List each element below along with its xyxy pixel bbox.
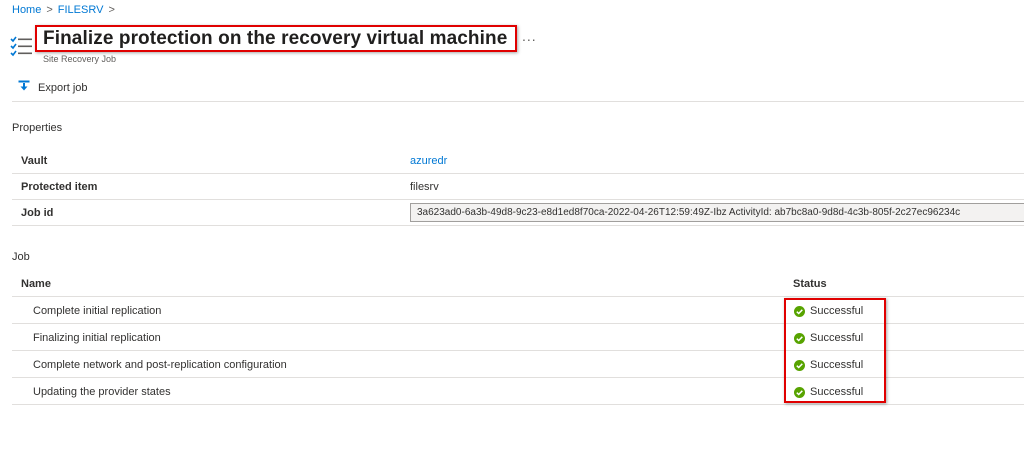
breadcrumb-filesrv-link[interactable]: FILESRV <box>58 4 104 16</box>
property-value: filesrv <box>410 181 439 193</box>
export-job-label: Export job <box>38 81 88 94</box>
job-list-icon <box>10 34 34 62</box>
property-row-protected-item: Protected item filesrv <box>12 174 1024 200</box>
breadcrumb: Home > FILESRV > <box>12 4 120 16</box>
job-step-name: Complete network and post-replication co… <box>33 359 287 371</box>
breadcrumb-home-link[interactable]: Home <box>12 4 41 16</box>
page-subtitle: Site Recovery Job <box>43 54 117 64</box>
job-section-label: Job <box>12 251 30 263</box>
column-header-status: Status <box>793 278 827 290</box>
page-title-highlight: Finalize protection on the recovery virt… <box>35 25 518 52</box>
toolbar-divider <box>12 101 1024 102</box>
job-step-name: Finalizing initial replication <box>33 332 161 344</box>
page-title: Finalize protection on the recovery virt… <box>43 27 508 49</box>
more-options-button[interactable]: ... <box>522 28 537 44</box>
breadcrumb-separator: > <box>108 4 115 16</box>
job-step-name: Updating the provider states <box>33 386 171 398</box>
property-row-vault: Vault azuredr <box>12 148 1024 174</box>
breadcrumb-separator: > <box>46 4 53 16</box>
job-table-header: Name Status <box>12 271 1024 297</box>
property-row-job-id: Job id 3a623ad0-6a3b-49d8-9c23-e8d1ed8f7… <box>12 200 1024 226</box>
download-icon <box>18 80 38 95</box>
job-step-name: Complete initial replication <box>33 305 162 317</box>
property-key: Job id <box>21 207 54 219</box>
property-key: Vault <box>21 155 48 167</box>
status-highlight-box <box>784 298 886 403</box>
properties-section-label: Properties <box>12 122 63 134</box>
job-id-field[interactable]: 3a623ad0-6a3b-49d8-9c23-e8d1ed8f70ca-202… <box>410 203 1024 222</box>
column-header-name: Name <box>21 278 51 290</box>
vault-link[interactable]: azuredr <box>410 155 447 167</box>
export-job-button[interactable]: Export job <box>18 80 88 95</box>
property-key: Protected item <box>21 181 98 193</box>
